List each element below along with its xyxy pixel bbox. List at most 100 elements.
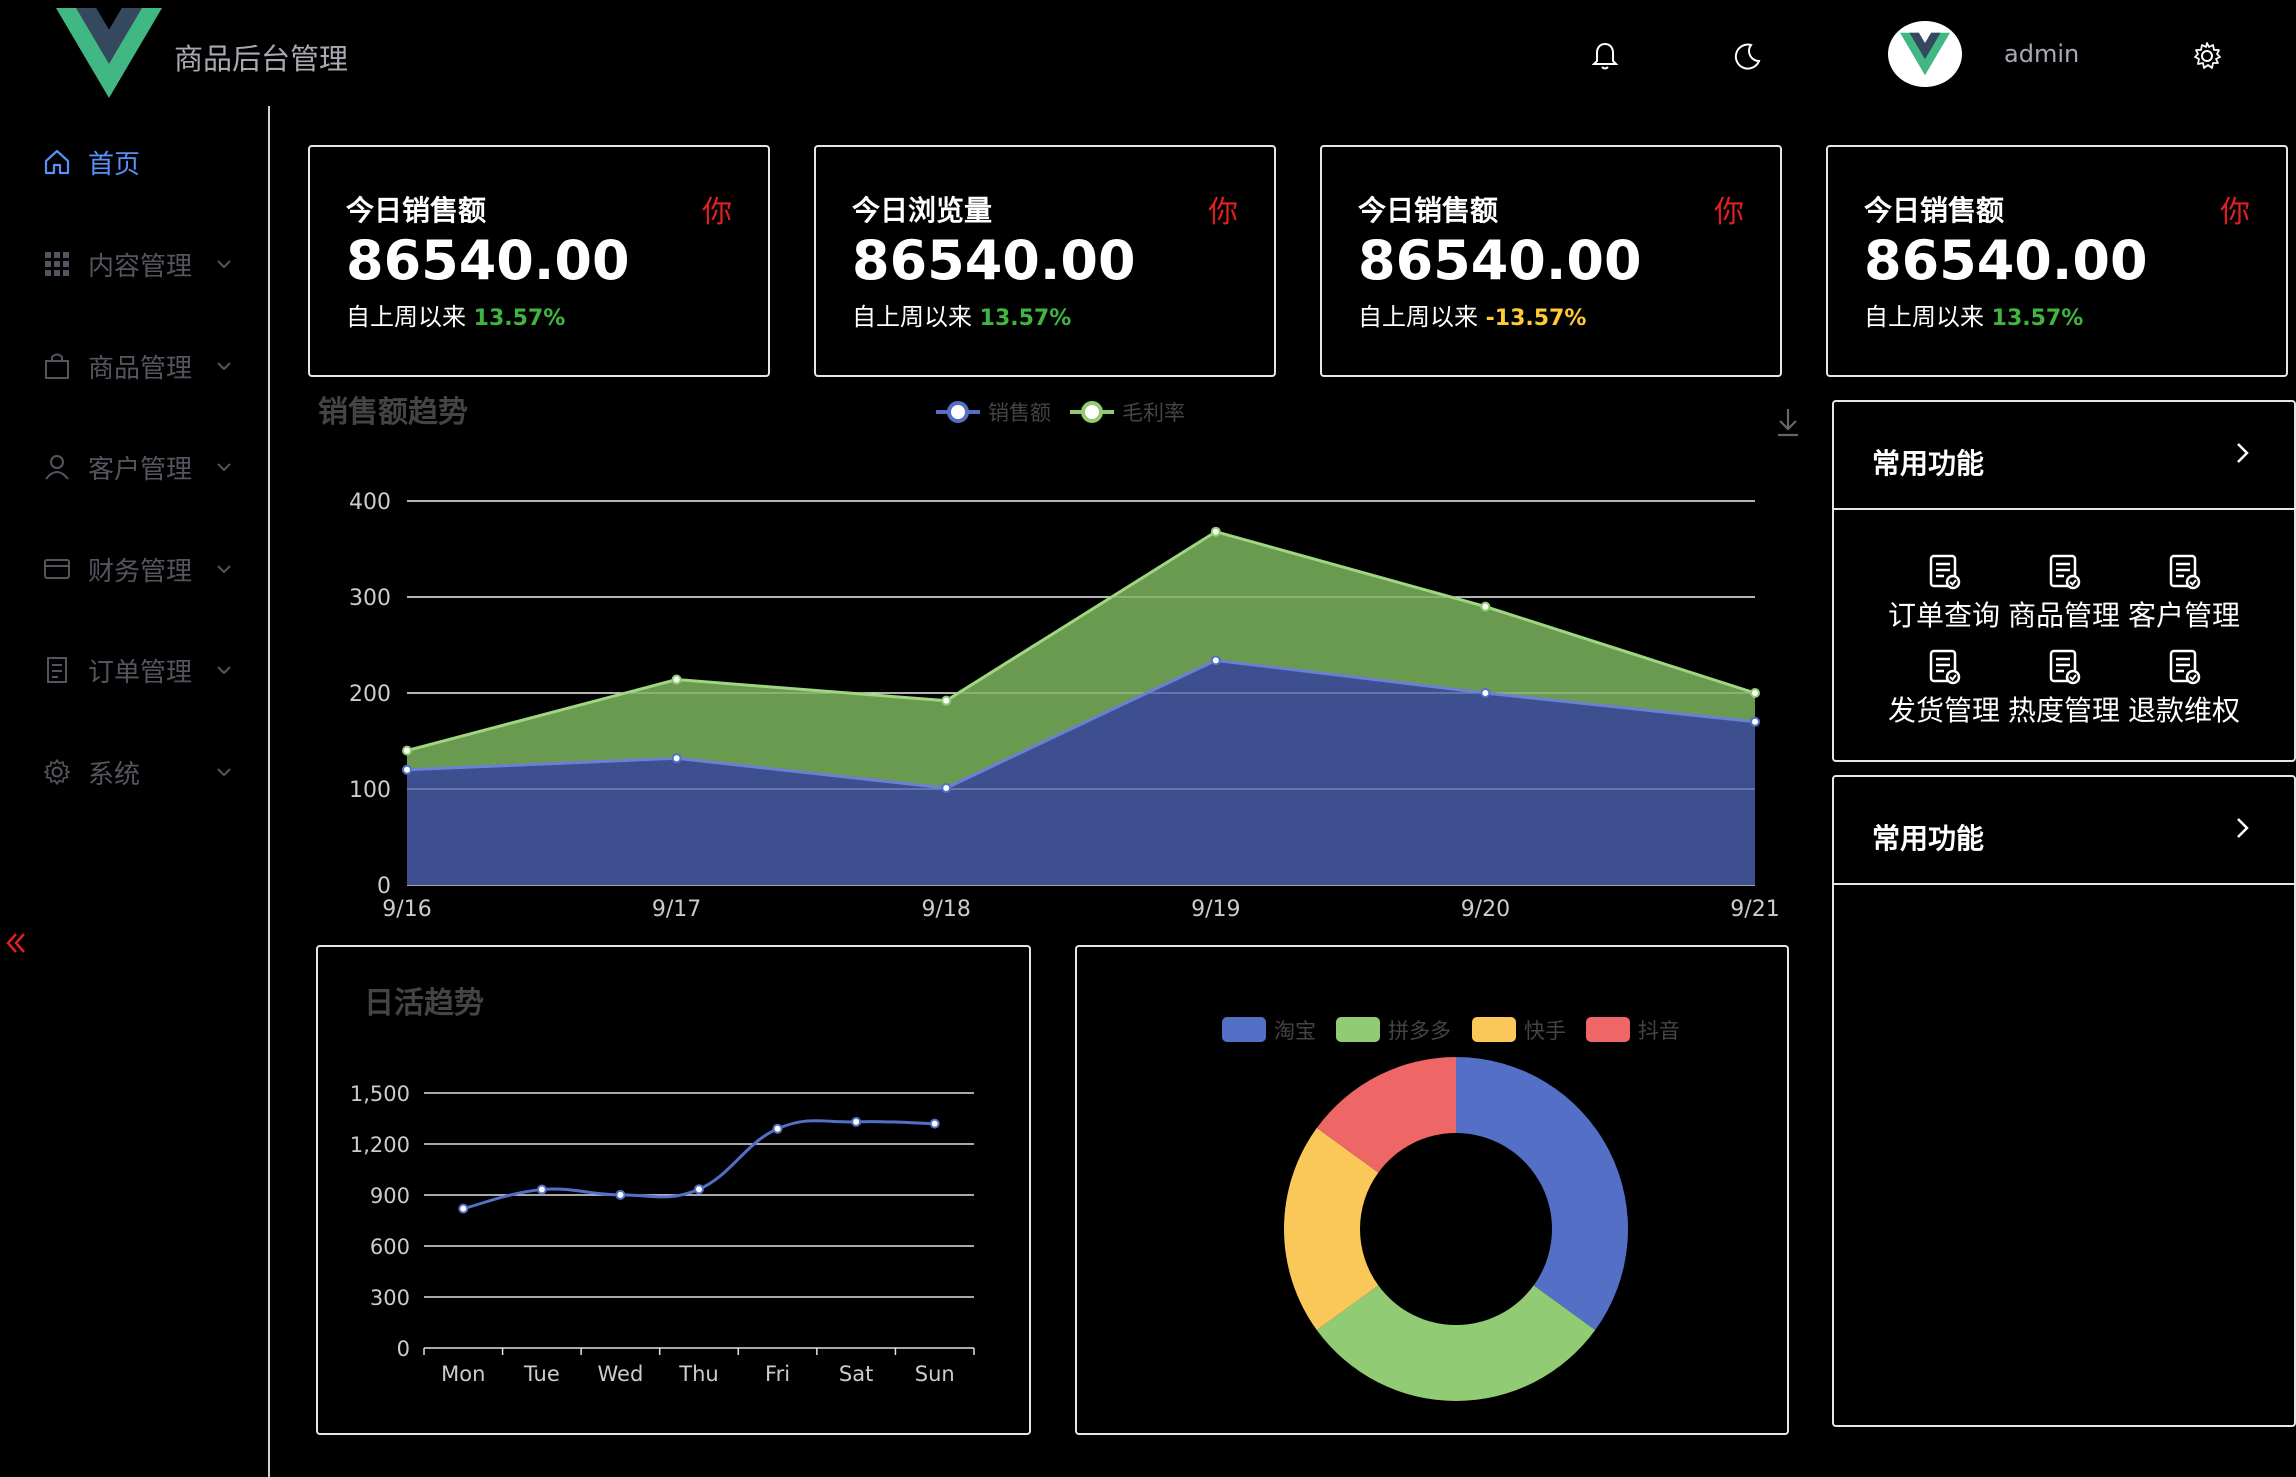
document-icon	[47, 657, 67, 683]
margin-point[interactable]	[671, 674, 682, 685]
stat-card: 今日浏览量 你 86540.00 自上周以来 13.57%	[814, 145, 1276, 377]
daily-active-point[interactable]	[772, 1123, 783, 1134]
daily-active-point[interactable]	[929, 1118, 940, 1129]
margin-point[interactable]	[1750, 688, 1760, 698]
stat-percent: 13.57%	[1991, 306, 2084, 331]
margin-point[interactable]	[941, 695, 952, 706]
legend-item[interactable]: 淘宝	[1222, 1017, 1316, 1043]
sales-point[interactable]	[941, 783, 952, 794]
legend-swatch	[1222, 1017, 1266, 1042]
app-root: 商品后台管理 admin 首页 内容管理 商品管理 客户管理 财务管理 订单管理 系统 今日…	[0, 0, 2296, 1477]
stat-value: 86540.00	[1864, 229, 2148, 292]
avatar-logo-icon	[1900, 32, 1950, 76]
donut-slice[interactable]	[1456, 1057, 1628, 1331]
donut-slice[interactable]	[1316, 1285, 1596, 1401]
sidebar-item-label: 内容管理	[88, 251, 193, 282]
y-tick-label: 0	[377, 874, 391, 899]
y-tick-label: 1,500	[350, 1082, 410, 1106]
stat-value: 86540.00	[1358, 229, 1642, 292]
grid-icon	[45, 252, 69, 276]
platform-share-panel: 淘宝 拼多多 快手 抖音	[1075, 945, 1789, 1435]
common-functions-title: 常用功能	[1872, 447, 1985, 480]
home-icon	[44, 149, 70, 175]
legend-item[interactable]: 拼多多	[1336, 1017, 1451, 1043]
legend-label: 快手	[1524, 1019, 1566, 1043]
gear-icon[interactable]	[2191, 40, 2223, 72]
margin-point[interactable]	[402, 745, 412, 756]
sidebar-item-4[interactable]: 财务管理	[42, 547, 242, 591]
stat-percent: 13.57%	[979, 306, 1072, 331]
sales-trend-chart: 销售额趋势 销售额 毛利率 0 100 200 300 400 9/16 9/17 9/18 9/19…	[300, 385, 1820, 925]
sidebar-item-6[interactable]: 系统	[42, 750, 242, 794]
sidebar-item-label: 客户管理	[88, 454, 193, 485]
function-item-label: 客户管理	[2127, 599, 2240, 632]
chevron-down-icon	[217, 565, 231, 574]
daily-active-point[interactable]	[536, 1184, 547, 1195]
sidebar-item-label: 商品管理	[88, 353, 193, 384]
common-functions-header[interactable]: 常用功能	[1834, 777, 2294, 885]
daily-active-svg: 日活趋势 0 300 600 900 1,200 1,500 Mon Tue Wed Thu Fri S…	[350, 986, 975, 1386]
sidebar-item-1[interactable]: 内容管理	[42, 242, 242, 286]
sidebar-item-2[interactable]: 商品管理	[42, 344, 242, 388]
function-item[interactable]: 发货管理	[1884, 647, 2004, 729]
y-tick-label: 400	[349, 490, 391, 515]
daily-active-point[interactable]	[851, 1116, 862, 1127]
sales-point[interactable]	[1750, 716, 1760, 727]
sales-point[interactable]	[402, 764, 412, 775]
username[interactable]: admin	[2004, 40, 2079, 68]
sidebar-item-label: 订单管理	[88, 657, 193, 688]
legend-item[interactable]: 毛利率	[1070, 401, 1185, 425]
function-item[interactable]: 客户管理	[2124, 552, 2244, 634]
chevron-down-icon	[217, 768, 231, 777]
y-tick-label: 300	[370, 1286, 410, 1310]
avatar[interactable]	[1888, 21, 1962, 87]
legend-item[interactable]: 销售额	[936, 401, 1051, 425]
stat-subtext: 自上周以来 13.57%	[346, 297, 565, 332]
sales-point[interactable]	[1210, 655, 1221, 666]
sales-point[interactable]	[671, 753, 682, 764]
sidebar-item-label: 首页	[88, 149, 141, 180]
legend-swatch	[1336, 1017, 1380, 1042]
platform-share-svg: 淘宝 拼多多 快手 抖音	[1222, 1017, 1680, 1401]
function-item[interactable]: 退款维权	[2124, 647, 2244, 729]
chevron-right-icon[interactable]	[2232, 813, 2254, 843]
document-check-icon	[1929, 649, 1961, 685]
bell-icon[interactable]	[1589, 40, 1621, 72]
legend-label: 抖音	[1638, 1019, 1680, 1043]
daily-active-point[interactable]	[694, 1184, 704, 1195]
x-tick-label: Thu	[678, 1362, 718, 1386]
legend-label: 拼多多	[1388, 1019, 1451, 1043]
common-functions-title: 常用功能	[1872, 822, 1985, 855]
sales-point[interactable]	[1480, 688, 1491, 698]
download-icon[interactable]	[1778, 409, 1798, 437]
common-functions-header[interactable]: 常用功能	[1834, 402, 2294, 510]
chevron-down-icon	[217, 362, 231, 371]
legend-item[interactable]: 快手	[1472, 1017, 1566, 1043]
chevron-right-icon[interactable]	[2232, 438, 2254, 468]
function-item[interactable]: 商品管理	[2004, 552, 2124, 634]
chart-title: 日活趋势	[364, 986, 484, 1021]
moon-icon[interactable]	[1731, 40, 1763, 72]
sidebar-item-0[interactable]: 首页	[42, 140, 242, 184]
stat-title: 今日销售额	[346, 194, 487, 227]
x-tick-label: Sat	[839, 1362, 873, 1386]
function-item[interactable]: 热度管理	[2004, 647, 2124, 729]
sidebar-item-5[interactable]: 订单管理	[42, 648, 242, 692]
daily-active-point[interactable]	[615, 1189, 626, 1200]
vue-logo-icon	[56, 8, 162, 98]
collapse-sidebar-icon[interactable]	[4, 930, 28, 956]
y-tick-label: 300	[349, 586, 391, 611]
function-item-label: 商品管理	[2007, 599, 2120, 632]
legend-item[interactable]: 抖音	[1586, 1017, 1680, 1043]
y-tick-label: 100	[349, 778, 391, 803]
function-item[interactable]: 订单查询	[1884, 552, 2004, 634]
y-tick-label: 900	[370, 1184, 410, 1208]
document-check-icon	[1929, 554, 1961, 590]
stat-subtext: 自上周以来 -13.57%	[1358, 297, 1586, 332]
common-functions-card: 常用功能 订单查询 商品管理 客户管理发货管理 热度管理 退款维权	[1832, 400, 2296, 762]
daily-active-point[interactable]	[458, 1203, 469, 1214]
margin-point[interactable]	[1210, 526, 1221, 537]
stat-title: 今日销售额	[1358, 194, 1499, 227]
margin-point[interactable]	[1480, 601, 1491, 612]
sidebar-item-3[interactable]: 客户管理	[42, 445, 242, 489]
